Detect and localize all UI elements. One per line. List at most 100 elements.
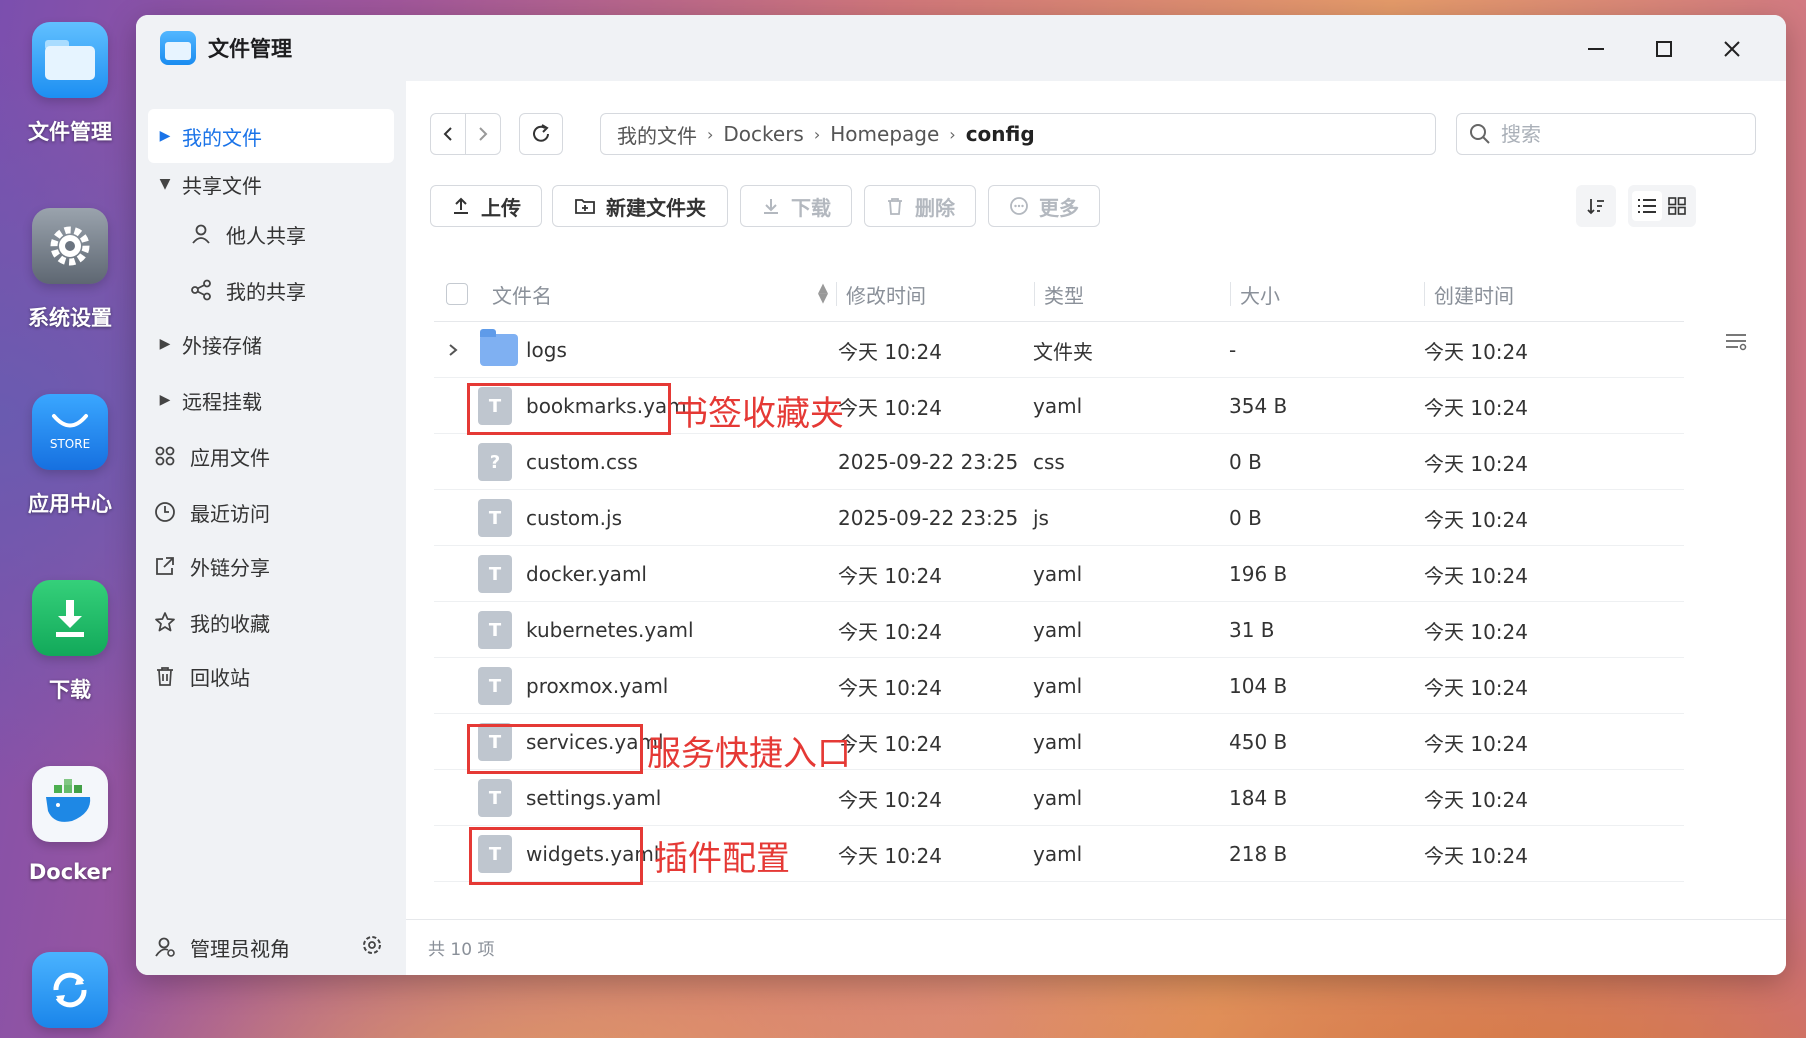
list-view-button[interactable] <box>1632 191 1662 221</box>
sidebar-item-label: 回收站 <box>190 665 250 690</box>
sidebar-item-label: 我的收藏 <box>190 611 270 636</box>
download-button[interactable]: 下载 <box>740 185 852 227</box>
breadcrumb-item[interactable]: Homepage <box>830 122 939 146</box>
file-name[interactable]: logs <box>526 322 567 378</box>
file-name[interactable]: docker.yaml <box>526 546 647 602</box>
sort-button[interactable] <box>1576 185 1616 227</box>
column-header-name[interactable]: 文件名 <box>492 266 552 322</box>
caret-right-icon[interactable]: ▶ <box>148 392 182 408</box>
file-size: 450 B <box>1229 730 1288 754</box>
table-row[interactable]: Tkubernetes.yaml 今天 10:24 yaml 31 B 今天 10:24 <box>434 602 1684 658</box>
close-button[interactable] <box>1698 31 1766 67</box>
sidebar-item-label: 他人共享 <box>226 223 306 248</box>
file-modified: 今天 10:24 <box>838 675 942 700</box>
file-created: 今天 10:24 <box>1424 451 1528 476</box>
search-input[interactable] <box>1501 122 1731 146</box>
maximize-button[interactable] <box>1630 31 1698 67</box>
file-created: 今天 10:24 <box>1424 731 1528 756</box>
dock-app-docker[interactable]: Docker <box>0 766 140 884</box>
share-icon <box>184 279 218 301</box>
file-created: 今天 10:24 <box>1424 787 1528 812</box>
window-controls <box>1562 31 1766 67</box>
title-bar[interactable]: 文件管理 <box>136 15 1786 81</box>
breadcrumb-item[interactable]: Dockers <box>723 122 803 146</box>
upload-button[interactable]: 上传 <box>430 185 542 227</box>
file-created: 今天 10:24 <box>1424 619 1528 644</box>
breadcrumb-current: config <box>965 122 1035 146</box>
sidebar-item-recycle-bin[interactable]: 回收站 <box>148 649 394 703</box>
table-row[interactable]: Tcustom.js 2025-09-22 23:25 js 0 B 今天 10:24 <box>434 490 1684 546</box>
settings-button[interactable] <box>360 933 384 962</box>
dock-app-sync[interactable] <box>0 952 140 1028</box>
grid-view-button[interactable] <box>1662 191 1692 221</box>
file-manager-window: 文件管理 ▶ 我的文件 ▼ 共享文件 他人共享 我的共享 ▶ 外接存储 ▶ 远程… <box>136 15 1786 975</box>
sidebar-item-favorites[interactable]: 我的收藏 <box>148 595 394 649</box>
forward-button[interactable] <box>465 113 501 155</box>
dock-app-download[interactable]: 下载 <box>0 580 140 704</box>
column-settings-icon <box>1726 334 1747 351</box>
sidebar-item-external-storage[interactable]: ▶ 外接存储 <box>148 317 394 371</box>
file-name[interactable]: settings.yaml <box>526 770 661 826</box>
select-all-checkbox[interactable] <box>446 266 468 322</box>
table-row[interactable]: logs 今天 10:24 文件夹 - 今天 10:24 <box>434 322 1684 378</box>
file-name[interactable]: kubernetes.yaml <box>526 602 694 658</box>
maximize-icon <box>1656 41 1672 57</box>
file-name[interactable]: custom.js <box>526 490 622 546</box>
file-size: 354 B <box>1229 394 1288 418</box>
more-button[interactable]: 更多 <box>988 185 1100 227</box>
view-toggle <box>1628 185 1696 227</box>
dock-app-settings[interactable]: 系统设置 <box>0 208 140 332</box>
file-type: css <box>1033 450 1065 474</box>
admin-view-toggle[interactable]: 管理员视角 <box>190 933 290 962</box>
sidebar-item-my-files[interactable]: ▶ 我的文件 <box>148 109 394 163</box>
file-created: 今天 10:24 <box>1424 395 1528 420</box>
star-icon <box>148 611 182 633</box>
table-row[interactable]: Tdocker.yaml 今天 10:24 yaml 196 B 今天 10:24 <box>434 546 1684 602</box>
delete-button[interactable]: 删除 <box>864 185 976 227</box>
sidebar-item-label: 最近访问 <box>190 501 270 526</box>
minimize-button[interactable] <box>1562 31 1630 67</box>
sidebar-item-app-files[interactable]: 应用文件 <box>148 429 394 483</box>
column-header-created[interactable]: 创建时间 <box>1434 266 1514 322</box>
sidebar-item-shared-with-me[interactable]: 他人共享 <box>148 207 394 261</box>
column-header-type[interactable]: 类型 <box>1044 266 1084 322</box>
sidebar-item-label: 远程挂载 <box>182 389 262 414</box>
app-logo-icon <box>160 31 196 65</box>
sidebar-item-shared-files[interactable]: ▼ 共享文件 <box>148 157 394 211</box>
sort-arrows-icon[interactable]: ▲ ▼ <box>818 266 828 322</box>
breadcrumb-item[interactable]: 我的文件 <box>617 120 697 149</box>
table-row[interactable]: ? custom.css 2025-09-22 23:25 css 0 B 今天 10:2… <box>434 434 1684 490</box>
file-name[interactable]: proxmox.yaml <box>526 658 668 714</box>
annotation-bookmarks: 书签收藏夹 <box>674 394 844 434</box>
new-folder-icon <box>575 199 595 214</box>
caret-down-icon[interactable]: ▼ <box>148 176 182 192</box>
sidebar-item-label: 共享文件 <box>182 173 262 198</box>
dock-app-store[interactable]: STORE 应用中心 <box>0 394 140 518</box>
file-created: 今天 10:24 <box>1424 563 1528 588</box>
dock-app-file-manager[interactable]: 文件管理 <box>0 22 140 146</box>
file-type: 文件夹 <box>1033 339 1093 364</box>
column-header-size[interactable]: 大小 <box>1240 266 1280 322</box>
file-size: 218 B <box>1229 842 1288 866</box>
sidebar-item-remote-mount[interactable]: ▶ 远程挂载 <box>148 373 394 427</box>
sidebar-item-my-shares[interactable]: 我的共享 <box>148 263 394 317</box>
expand-chevron-icon[interactable] <box>446 322 460 378</box>
sidebar-item-link-share[interactable]: 外链分享 <box>148 539 394 593</box>
table-row[interactable]: Tsettings.yaml 今天 10:24 yaml 184 B 今天 10:24 <box>434 770 1684 826</box>
search-box[interactable] <box>1456 113 1756 155</box>
column-settings-button[interactable] <box>1724 331 1748 355</box>
sidebar: ▶ 我的文件 ▼ 共享文件 他人共享 我的共享 ▶ 外接存储 ▶ 远程挂载 应用… <box>136 81 406 975</box>
sidebar-item-recent[interactable]: 最近访问 <box>148 485 394 539</box>
table-row[interactable]: Tproxmox.yaml 今天 10:24 yaml 104 B 今天 10:24 <box>434 658 1684 714</box>
new-folder-button[interactable]: 新建文件夹 <box>552 185 728 227</box>
caret-right-icon[interactable]: ▶ <box>148 128 182 144</box>
sidebar-item-label: 外接存储 <box>182 333 262 358</box>
annotation-widgets: 插件配置 <box>654 839 790 879</box>
back-button[interactable] <box>430 113 466 155</box>
file-name[interactable]: custom.css <box>526 434 638 490</box>
chevron-left-icon <box>443 127 452 141</box>
file-type: yaml <box>1033 674 1083 698</box>
column-header-modified[interactable]: 修改时间 <box>846 266 926 322</box>
caret-right-icon[interactable]: ▶ <box>148 336 182 352</box>
refresh-button[interactable] <box>519 113 563 155</box>
